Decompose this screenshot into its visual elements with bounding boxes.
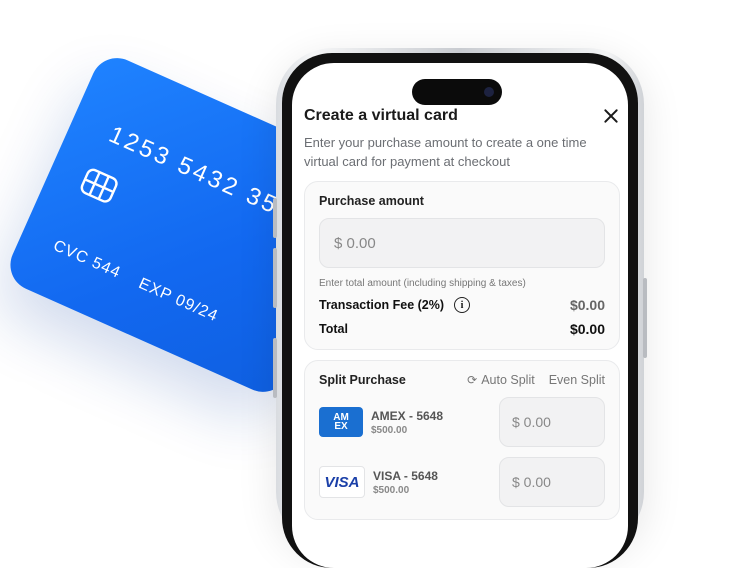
split-purchase-label: Split Purchase xyxy=(319,373,406,387)
total-value: $0.00 xyxy=(569,321,605,337)
even-split-button[interactable]: Even Split xyxy=(549,373,605,387)
sheet-header: Create a virtual card xyxy=(304,107,620,125)
purchase-amount-panel: Purchase amount $ 0.00 Enter total amoun… xyxy=(304,181,620,350)
split-purchase-header: Split Purchase ⟳ Auto Split Even Split xyxy=(319,373,605,387)
phone-side-button xyxy=(273,338,277,398)
transaction-fee-label: Transaction Fee (2%) xyxy=(319,298,445,312)
phone-power-button xyxy=(643,278,647,358)
phone-side-button xyxy=(273,198,277,238)
payment-method-row: AM EX AMEX - 5648 $500.00 $ 0.00 xyxy=(319,397,605,447)
auto-split-button[interactable]: ⟳ Auto Split xyxy=(467,373,535,387)
split-purchase-panel: Split Purchase ⟳ Auto Split Even Split A… xyxy=(304,360,620,520)
dynamic-island xyxy=(412,79,502,105)
phone-screen: Create a virtual card Enter your purchas… xyxy=(292,63,628,568)
refresh-icon: ⟳ xyxy=(467,373,478,387)
phone-frame: Create a virtual card Enter your purchas… xyxy=(273,48,647,568)
card-exp: EXP 09/24 xyxy=(135,275,221,326)
payment-method-balance: $500.00 xyxy=(371,424,408,436)
amex-logo-icon: AM EX xyxy=(319,407,363,437)
card-cvc: CVC 544 xyxy=(50,237,124,282)
transaction-fee-row: Transaction Fee (2%) i $0.00 xyxy=(319,297,605,313)
purchase-amount-label: Purchase amount xyxy=(319,194,424,208)
total-row: Total $0.00 xyxy=(319,321,605,337)
payment-method-name: AMEX - 5648 xyxy=(371,408,444,423)
info-icon[interactable]: i xyxy=(454,297,471,313)
camera-icon xyxy=(484,87,494,97)
close-icon[interactable] xyxy=(602,107,620,125)
split-amount-input[interactable]: $ 0.00 xyxy=(499,457,605,507)
card-meta: CVC 544 EXP 09/24 xyxy=(50,237,235,333)
payment-method-balance: $500.00 xyxy=(373,484,410,496)
phone-bezel: Create a virtual card Enter your purchas… xyxy=(282,53,638,568)
payment-method-row: VISA VISA - 5648 $500.00 $ 0.00 xyxy=(319,457,605,507)
payment-method-name: VISA - 5648 xyxy=(373,468,438,483)
sheet-subtitle: Enter your purchase amount to create a o… xyxy=(304,135,587,169)
phone-side-button xyxy=(273,248,277,308)
virtual-card-sheet: Create a virtual card Enter your purchas… xyxy=(304,107,620,520)
total-label: Total xyxy=(319,322,348,336)
visa-logo-icon: VISA xyxy=(319,466,365,498)
transaction-fee-value: $0.00 xyxy=(569,297,605,313)
purchase-amount-input[interactable]: $ 0.00 xyxy=(319,218,605,268)
sheet-title: Create a virtual card xyxy=(304,107,458,124)
auto-split-label: Auto Split xyxy=(481,373,535,387)
card-number: 1253 5432 352 xyxy=(104,120,298,227)
purchase-amount-hint: Enter total amount (including shipping &… xyxy=(319,278,526,289)
split-amount-input[interactable]: $ 0.00 xyxy=(499,397,605,447)
chip-icon xyxy=(80,168,118,203)
